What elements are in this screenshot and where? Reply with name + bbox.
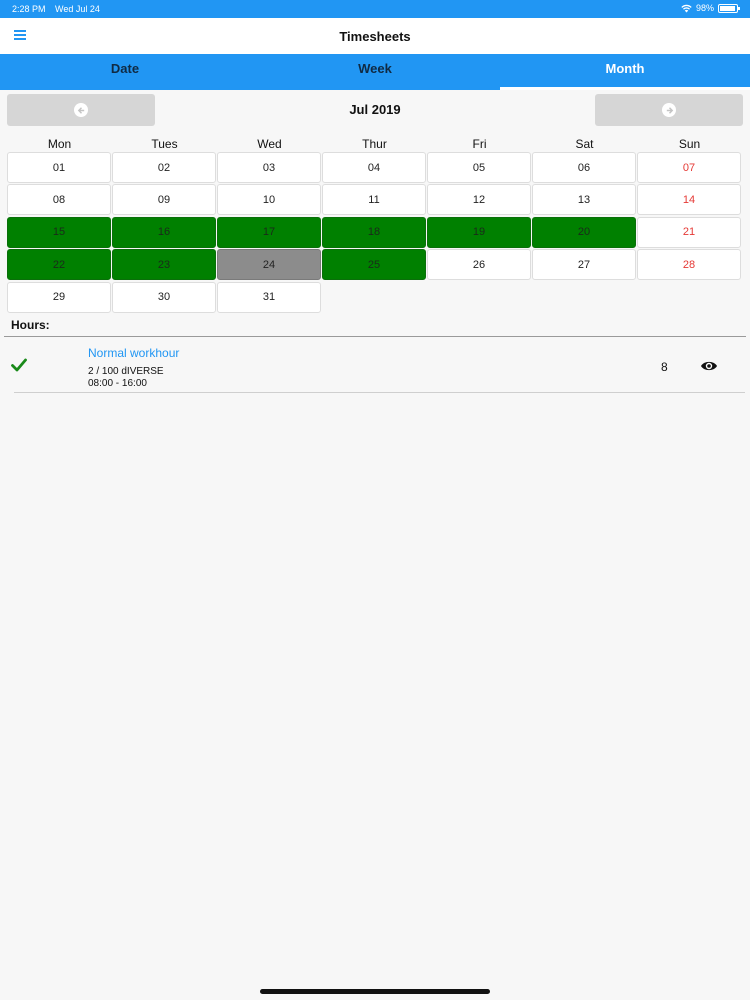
calendar-day-17[interactable]: 17 (217, 216, 321, 248)
weekday-header-row: Mon Tues Wed Thur Fri Sat Sun (7, 137, 743, 151)
arrow-right-circle-icon (662, 103, 676, 117)
calendar-day-04[interactable]: 04 (322, 152, 426, 183)
calendar-day-23[interactable]: 23 (112, 249, 216, 281)
weekday-sat: Sat (575, 137, 594, 151)
calendar-day-20[interactable]: 20 (532, 216, 636, 248)
calendar-week-row: 15 16 17 18 19 20 21 (7, 216, 743, 249)
calendar-grid: 01 02 03 04 05 06 07 08 09 10 11 12 13 14 15 16 17 18 19 20… (7, 152, 743, 314)
calendar-day-11[interactable]: 11 (322, 184, 426, 216)
calendar-day-14[interactable]: 14 (637, 184, 741, 216)
tab-month[interactable]: Month (500, 54, 750, 90)
hours-heading: Hours: (11, 318, 50, 332)
status-time: 2:28 PM (12, 4, 46, 14)
weekday-mon: Mon (47, 137, 72, 151)
calendar-day-08[interactable]: 08 (7, 184, 111, 216)
calendar-day-18[interactable]: 18 (322, 216, 426, 248)
weekday-sun: Sun (678, 137, 701, 151)
entry-project: 2 / 100 dIVERSE (88, 366, 164, 377)
battery-icon (718, 3, 740, 13)
entry-time-range: 08:00 - 16:00 (88, 378, 147, 389)
calendar-day-31[interactable]: 31 (217, 281, 321, 313)
calendar-day-25[interactable]: 25 (322, 249, 426, 281)
view-tabs: Date Week Month (0, 54, 750, 90)
calendar-day-03[interactable]: 03 (217, 152, 321, 183)
calendar-day-06[interactable]: 06 (532, 152, 636, 183)
tab-week[interactable]: Week (250, 54, 500, 90)
calendar-week-row: 22 23 24 25 26 27 28 (7, 249, 743, 281)
status-indicators: 98% (681, 3, 740, 13)
next-month-button[interactable] (595, 94, 743, 126)
calendar-day-07[interactable]: 07 (637, 152, 741, 183)
app-header: Timesheets (0, 18, 750, 54)
calendar-day-24[interactable]: 24 (217, 249, 321, 281)
weekday-wed: Wed (257, 137, 282, 151)
weekday-thu: Thur (362, 137, 387, 151)
home-indicator (260, 989, 490, 994)
calendar-day-29[interactable]: 29 (7, 281, 111, 313)
weekday-tue: Tues (151, 137, 178, 151)
hour-entry[interactable]: Normal workhour 2 / 100 dIVERSE 08:00 - … (0, 338, 750, 393)
eye-icon[interactable] (700, 360, 718, 372)
checkmark-icon (11, 358, 27, 372)
calendar-week-row: 01 02 03 04 05 06 07 (7, 152, 743, 184)
entry-divider (14, 392, 745, 393)
calendar-day-27[interactable]: 27 (532, 249, 636, 281)
weekday-fri: Fri (472, 137, 487, 151)
calendar-week-row: 08 09 10 11 12 13 14 (7, 184, 743, 216)
calendar-week-row: 29 30 31 (7, 281, 743, 314)
calendar-day-15[interactable]: 15 (7, 216, 111, 248)
calendar-day-12[interactable]: 12 (427, 184, 531, 216)
calendar-day-05[interactable]: 05 (427, 152, 531, 183)
calendar-day-28[interactable]: 28 (637, 249, 741, 281)
hamburger-icon[interactable] (14, 30, 26, 41)
status-date: Wed Jul 24 (55, 4, 100, 14)
entry-title[interactable]: Normal workhour (88, 346, 179, 360)
calendar-day-21[interactable]: 21 (637, 216, 741, 248)
battery-percent: 98% (695, 3, 714, 13)
calendar-day-01[interactable]: 01 (7, 152, 111, 183)
calendar-day-16[interactable]: 16 (112, 216, 216, 248)
status-bar: 2:28 PM Wed Jul 24 98% (0, 0, 750, 18)
calendar-day-10[interactable]: 10 (217, 184, 321, 216)
calendar-day-30[interactable]: 30 (112, 281, 216, 313)
calendar-day-13[interactable]: 13 (532, 184, 636, 216)
calendar-day-22[interactable]: 22 (7, 249, 111, 281)
entry-hours: 8 (661, 360, 668, 374)
hours-divider (4, 336, 746, 337)
wifi-icon (681, 4, 692, 12)
calendar-day-26[interactable]: 26 (427, 249, 531, 281)
calendar-day-09[interactable]: 09 (112, 184, 216, 216)
calendar-day-02[interactable]: 02 (112, 152, 216, 183)
calendar-day-19[interactable]: 19 (427, 216, 531, 248)
tab-date[interactable]: Date (0, 54, 250, 90)
page-title: Timesheets (339, 28, 411, 44)
